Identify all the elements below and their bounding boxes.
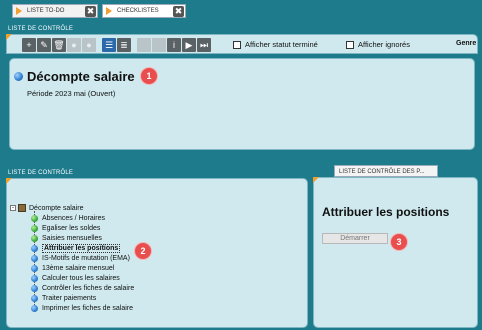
tree-root[interactable]: - Décompte salaire [10,203,134,213]
status-open-icon [31,294,38,302]
info-icon[interactable]: i [167,38,181,52]
edit-icon[interactable]: ✎ [37,38,51,52]
checklist-tree: - Décompte salaire Absences / Horaires E… [10,203,134,313]
list-detail-icon[interactable]: ☰ [102,38,116,52]
tab-liste-controle-positions[interactable]: LISTE DE CONTRÔLE DES P... [334,165,438,177]
callout-badge-1: 1 [141,68,157,84]
tree-item[interactable]: Contrôler les fiches de salaire [31,283,134,293]
corner-marker [6,34,12,40]
right-panel [313,177,478,328]
tree-item[interactable]: IS-Motifs de mutation (EMA) [31,253,134,263]
show-ignored-label: Afficher ignorés [358,40,410,49]
status-done-icon [31,234,38,242]
show-finished-toggle[interactable]: Afficher statut terminé [233,40,318,49]
trash-icon[interactable]: 🗑 [52,38,66,52]
start-button[interactable]: Démarrer [322,233,388,244]
status-open-icon [31,304,38,312]
record-title: Décompte salaire [27,69,135,84]
tree-item[interactable]: Egaliser les soldes [31,223,134,233]
collapse-icon[interactable]: - [10,205,16,211]
tab-checklistes[interactable]: CHECKLISTES ✖ [102,4,186,18]
disabled-button-icon[interactable]: ● [67,38,81,52]
genre-label: Genre [456,40,477,47]
tree-item[interactable]: 13ème salaire mensuel [31,263,134,273]
tree-item[interactable]: Absences / Horaires [31,213,134,223]
close-icon[interactable]: ✖ [173,6,184,17]
status-open-icon [31,274,38,282]
plus-icon[interactable]: + [22,38,36,52]
show-ignored-checkbox[interactable] [346,40,354,49]
status-done-icon [31,214,38,222]
show-ignored-toggle[interactable]: Afficher ignorés [346,40,410,49]
list-icon[interactable]: ≣ [117,38,131,52]
status-open-icon [31,284,38,292]
close-icon[interactable]: ✖ [85,6,96,17]
status-done-icon [31,224,38,232]
toolbar: + ✎ 🗑 ● ● ☰ ≣ i ▶ ⏭ [22,38,211,52]
tree-item-selected[interactable]: Attribuer les positions [31,243,134,253]
callout-badge-2: 2 [135,243,151,259]
tab-label: CHECKLISTES [117,8,159,14]
show-finished-checkbox[interactable] [233,40,241,49]
status-open-icon [31,254,38,262]
disabled-button-icon[interactable] [152,38,166,52]
callout-badge-3: 3 [391,234,407,250]
tree-item[interactable]: Traiter paiements [31,293,134,303]
disabled-button-icon[interactable]: ● [82,38,96,52]
disabled-button-icon[interactable] [137,38,151,52]
tab-marker-icon [106,7,112,15]
tree-item[interactable]: Calculer tous les salaires [31,273,134,283]
status-dot-icon [14,72,23,81]
corner-marker [6,178,12,184]
tab-label: LISTE TO-DO [27,8,65,14]
tree-item[interactable]: Saisies mensuelles [31,233,134,243]
folder-icon [18,204,26,212]
period-text: Période 2023 mai (Ouvert) [27,89,116,98]
task-heading: Attribuer les positions [322,205,450,219]
show-finished-label: Afficher statut terminé [245,40,318,49]
tab-marker-icon [16,7,22,15]
corner-marker [313,177,319,183]
skip-end-icon[interactable]: ⏭ [197,38,211,52]
status-open-icon [31,264,38,272]
tree-root-label: Décompte salaire [29,204,84,212]
status-open-icon [31,244,38,252]
play-icon[interactable]: ▶ [182,38,196,52]
tab-liste-todo[interactable]: LISTE TO-DO ✖ [12,4,98,18]
tree-item[interactable]: Imprimer les fiches de salaire [31,303,134,313]
